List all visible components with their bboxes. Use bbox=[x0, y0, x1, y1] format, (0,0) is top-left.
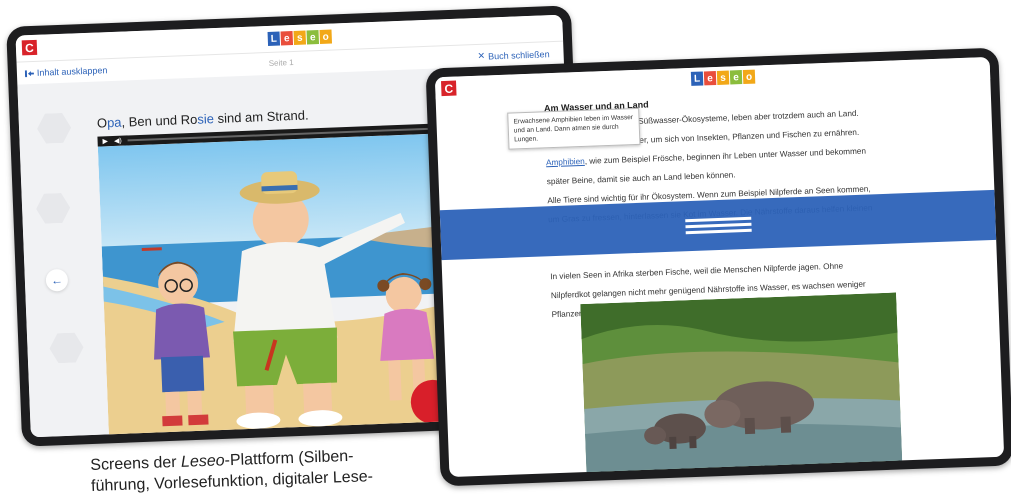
cornelsen-logo: C bbox=[441, 80, 457, 97]
leseo-logo: L e s e o bbox=[267, 29, 333, 46]
close-book-button[interactable]: ✕ Buch schließen bbox=[477, 48, 549, 62]
close-book-label: Buch schließen bbox=[487, 48, 550, 62]
glossary-tooltip: Erwachsene Amphibien leben im Wasser und… bbox=[507, 107, 641, 150]
background-hexagon bbox=[36, 193, 71, 224]
logo-letter: e bbox=[703, 71, 717, 86]
play-icon[interactable]: ▶ bbox=[102, 137, 108, 145]
logo-letter: e bbox=[306, 30, 320, 45]
tablet-right: C L e s e o Am Wasser und an Land zwar S… bbox=[425, 47, 1011, 487]
glossary-link[interactable]: Amphibien bbox=[546, 157, 585, 167]
article-screen: C L e s e o Am Wasser und an Land zwar S… bbox=[434, 56, 1005, 478]
hippo-photo bbox=[580, 292, 903, 478]
close-x-icon: ✕ bbox=[477, 50, 486, 61]
sentence-text: sind am Strand. bbox=[213, 107, 309, 127]
background-hexagon bbox=[37, 113, 72, 144]
figure-caption: Screens der Leseo-Plattform (Silben- füh… bbox=[90, 443, 421, 496]
logo-letter: L bbox=[690, 71, 704, 86]
page-indicator: Seite 1 bbox=[268, 57, 294, 68]
syllable: sie bbox=[197, 111, 215, 127]
caption-emphasis: Leseo bbox=[180, 452, 225, 471]
background-hexagon bbox=[49, 332, 84, 363]
grip-line bbox=[684, 222, 751, 228]
expand-icon bbox=[24, 69, 34, 77]
previous-page-button[interactable]: ← bbox=[45, 268, 69, 292]
arrow-left-icon: ← bbox=[50, 273, 64, 288]
expand-content-label: Inhalt ausklappen bbox=[36, 65, 108, 78]
syllable: pa bbox=[106, 114, 122, 131]
logo-letter: s bbox=[293, 30, 307, 45]
expand-content-button[interactable]: Inhalt ausklappen bbox=[24, 65, 108, 78]
logo-letter: o bbox=[742, 69, 756, 85]
story-illustration bbox=[97, 133, 454, 437]
logo-letter: e bbox=[280, 31, 294, 46]
caption-text: Screens der bbox=[90, 453, 182, 474]
leseo-logo: L e s e o bbox=[690, 69, 756, 86]
syllable: Ro bbox=[180, 111, 198, 128]
logo-letter: e bbox=[729, 70, 743, 85]
grip-line bbox=[685, 228, 752, 234]
volume-icon[interactable]: ◀) bbox=[114, 137, 122, 145]
cornelsen-logo: C bbox=[21, 39, 38, 56]
logo-letter: s bbox=[716, 70, 730, 85]
sentence-text: , Ben und bbox=[121, 112, 182, 130]
logo-letter: o bbox=[319, 29, 333, 44]
grip-line bbox=[684, 216, 751, 222]
story-sentence: Opa, Ben und Rosie sind am Strand. bbox=[97, 107, 309, 130]
logo-letter: L bbox=[267, 31, 281, 46]
caption-text: -Plattform (Silben- bbox=[224, 447, 354, 470]
